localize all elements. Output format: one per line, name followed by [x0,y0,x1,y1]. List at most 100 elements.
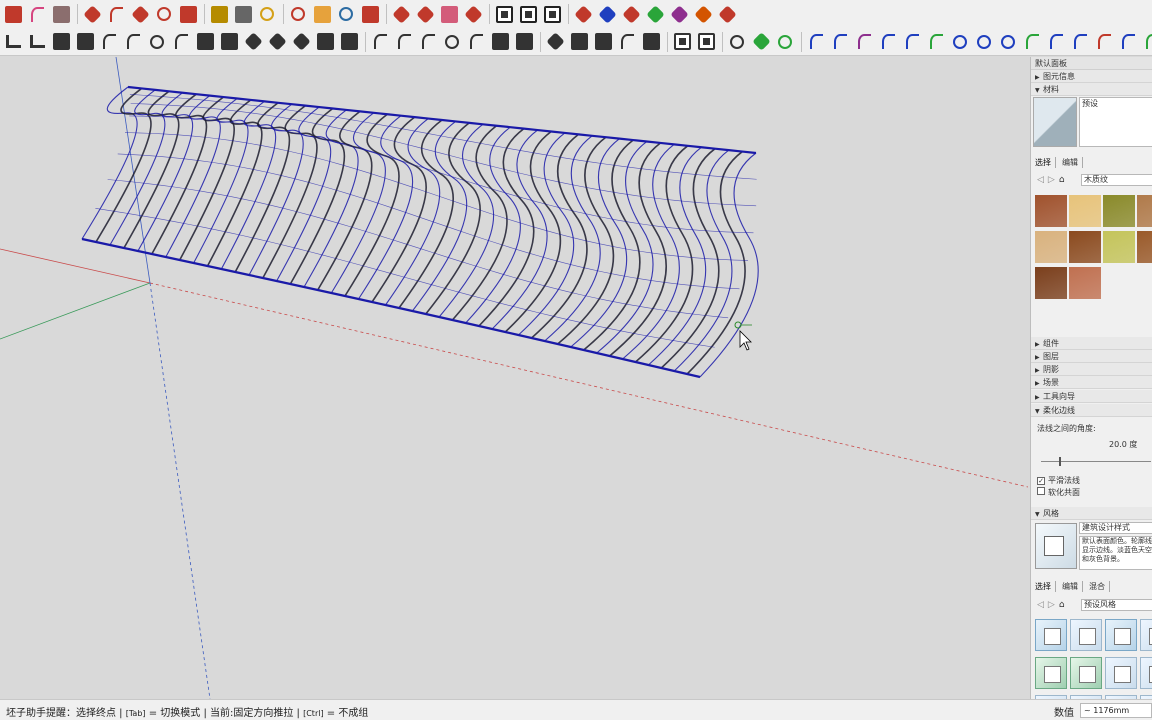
material-swatch[interactable] [1069,195,1101,227]
style-thumbnail[interactable] [1070,619,1102,651]
style-thumbnail[interactable] [1035,657,1067,689]
layers-button[interactable] [266,31,288,53]
grid-view-button[interactable] [493,3,515,25]
material-swatch[interactable] [1103,195,1135,227]
move-button[interactable] [129,3,151,25]
curve-b-button[interactable] [829,31,851,53]
tab-select[interactable]: 选择 [1035,580,1056,592]
material-swatch[interactable] [1035,231,1067,263]
distribute-button[interactable] [74,31,96,53]
box-button[interactable] [314,31,336,53]
follow-me-button[interactable] [105,3,127,25]
cube-button[interactable] [592,31,614,53]
material-name-field[interactable]: 预设 [1079,97,1152,147]
cup-button[interactable] [726,31,748,53]
spiral-button[interactable] [441,31,463,53]
arc-blue-button[interactable] [925,31,947,53]
leaf-button[interactable] [774,31,796,53]
compass-button[interactable] [616,31,638,53]
square-outline-button[interactable] [949,31,971,53]
curve-h-button[interactable] [1069,31,1091,53]
extension-7-button[interactable] [716,3,738,25]
components-section[interactable]: ▶ 组件 [1031,337,1152,350]
home-icon[interactable]: ⌂ [1059,175,1065,185]
instructor-section[interactable]: ▶ 工具向导 [1031,390,1152,403]
ruby-console-button[interactable] [414,3,436,25]
style-thumbnail[interactable] [1105,657,1137,689]
layers-section[interactable]: ▶ 图层 [1031,350,1152,363]
soften-coplanar-checkbox[interactable] [1037,487,1045,495]
angle-slider-handle[interactable] [1059,457,1061,466]
curve-e-button[interactable] [901,31,923,53]
style-thumbnail[interactable] [1070,657,1102,689]
zoom-button[interactable] [335,3,357,25]
orbit-button[interactable] [287,3,309,25]
split-button[interactable] [242,31,264,53]
pan-button[interactable] [311,3,333,25]
angle-slider-track[interactable] [1041,461,1151,462]
style-name-field[interactable]: 建筑设计样式 [1079,522,1152,534]
circle-outline-button[interactable] [973,31,995,53]
forward-icon[interactable]: ▷ [1048,175,1055,185]
soften-coplanar-row[interactable]: 软化共面 [1037,487,1080,498]
ring-view-button[interactable] [517,3,539,25]
spline-button[interactable] [417,31,439,53]
pencil-button[interactable] [2,3,24,25]
extension-1-button[interactable] [572,3,594,25]
ribbed-surface-model[interactable] [81,85,759,379]
push-pull-button[interactable] [81,3,103,25]
material-swatch[interactable] [1137,195,1152,227]
extrude-button[interactable] [489,31,511,53]
soften-edges-section[interactable]: ▼ 柔化边线 [1031,404,1152,417]
scenes-section[interactable]: ▶ 场景 [1031,376,1152,389]
sweep-button[interactable] [465,31,487,53]
shield-button[interactable] [695,31,717,53]
loop-button[interactable] [146,31,168,53]
style-thumbnail[interactable] [1140,657,1152,689]
bezier-button[interactable] [122,31,144,53]
curve-button[interactable] [98,31,120,53]
material-swatch[interactable] [1103,231,1135,263]
extension-2-button[interactable] [596,3,618,25]
style-thumbnail[interactable] [1105,619,1137,651]
phone-button[interactable] [671,31,693,53]
brush-button[interactable] [640,31,662,53]
smooth-normals-row[interactable]: ✓ 平滑法线 [1037,475,1080,486]
extension-4-button[interactable] [644,3,666,25]
extension-6-button[interactable] [692,3,714,25]
rotate-button[interactable] [153,3,175,25]
material-swatch[interactable] [1035,267,1067,299]
zoom-extents-button[interactable] [359,3,381,25]
curve-d-button[interactable] [877,31,899,53]
scale-button[interactable] [177,3,199,25]
entity-info-section[interactable]: ▶ 图元信息 [1031,70,1152,83]
smooth-normals-checkbox[interactable]: ✓ [1037,477,1045,485]
target-button[interactable] [997,31,1019,53]
style-thumbnail[interactable] [1140,619,1152,651]
styles-section[interactable]: ▼ 风格 [1031,507,1152,520]
curve-j-button[interactable] [1117,31,1139,53]
modeling-viewport[interactable] [0,57,1028,699]
model-view-button[interactable] [541,3,563,25]
join-button[interactable] [170,31,192,53]
curve-k-button[interactable] [1141,31,1152,53]
arc-button[interactable] [26,3,48,25]
bar-chart-button[interactable] [26,31,48,53]
extension-3-button[interactable] [620,3,642,25]
text-button[interactable] [232,3,254,25]
wave-button[interactable] [393,31,415,53]
tab-edit[interactable]: 编辑 [1062,156,1083,168]
stack-button[interactable] [194,31,216,53]
align-button[interactable] [50,31,72,53]
materials-section[interactable]: ▼ 材料 [1031,83,1152,96]
ruby-gem-button[interactable] [462,3,484,25]
grid-points-button[interactable] [568,31,590,53]
bucket-button[interactable] [338,31,360,53]
material-category-select[interactable]: 木质纹 [1081,174,1152,186]
drop-button[interactable] [750,31,772,53]
array-button[interactable] [290,31,312,53]
tab-edit[interactable]: 编辑 [1062,580,1083,592]
home-icon[interactable]: ⌂ [1059,600,1065,610]
forward-icon[interactable]: ▷ [1048,600,1055,610]
ruby-script-button[interactable] [390,3,412,25]
